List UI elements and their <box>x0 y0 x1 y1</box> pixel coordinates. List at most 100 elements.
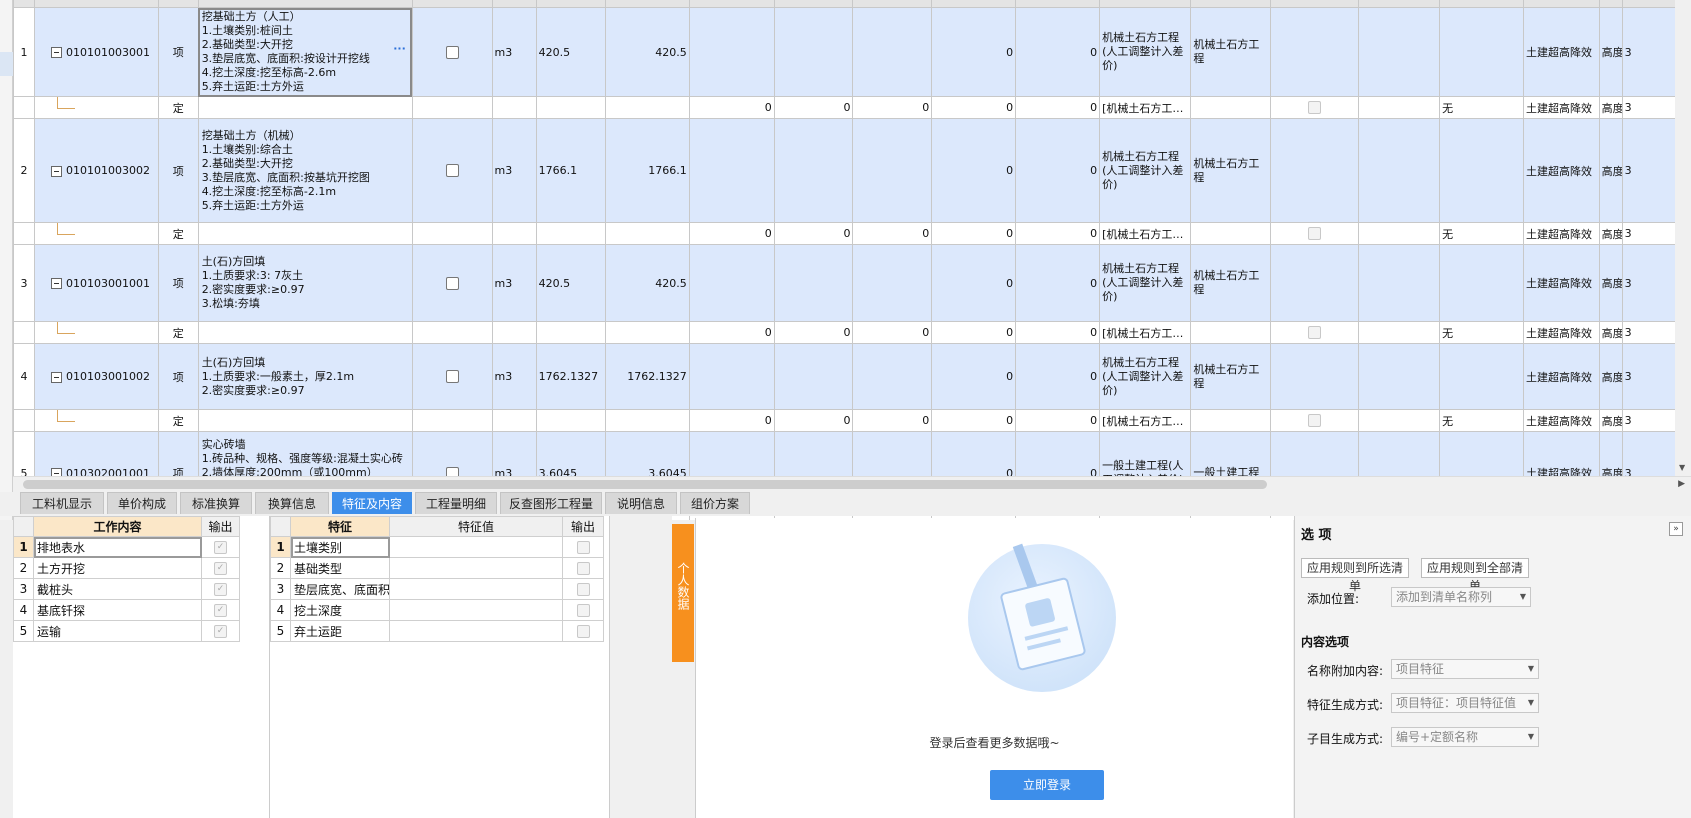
horizontal-scrollbar[interactable]: ▶ <box>13 476 1691 492</box>
quota-row[interactable]: 定 0 0 0 0 0 [机械土石方工… 无土建超高降效 高度 3 <box>13 409 1691 432</box>
add-position-select[interactable]: 添加到清单名称列 ▼ <box>1391 587 1531 607</box>
quota-row[interactable]: 定 0 0 0 0 0 [机械土石方工… 无土建超高降效 高度 3 <box>13 321 1691 344</box>
bill-code[interactable]: 010103001002 <box>33 343 159 410</box>
feature-value-cell[interactable] <box>389 599 563 621</box>
feature-row[interactable]: 3 垫层底宽、底面积 <box>270 578 604 600</box>
quota-name[interactable] <box>197 96 413 119</box>
output-checkbox-cell[interactable]: ✓ <box>201 620 240 642</box>
lock-checkbox-cell[interactable] <box>411 244 493 322</box>
quantity[interactable]: 420.5 <box>604 7 690 97</box>
checked-checkbox-icon[interactable]: ✓ <box>214 625 227 638</box>
quota-name[interactable] <box>197 321 413 344</box>
checkbox[interactable] <box>445 164 459 178</box>
fee-major[interactable]: 机械土石方工程(人工调整计入差价) <box>1099 244 1192 322</box>
checked-checkbox-icon[interactable]: ✓ <box>214 562 227 575</box>
work-content-cell[interactable]: 排地表水 <box>33 536 202 558</box>
quota-name[interactable] <box>197 222 413 245</box>
feature-cell[interactable]: 垫层底宽、底面积 <box>290 578 390 600</box>
collapse-tree-icon[interactable] <box>50 278 62 289</box>
quota-major[interactable]: [机械土石方工… <box>1099 409 1192 432</box>
quantity[interactable]: 1766.1 <box>604 118 690 223</box>
work-content-cell[interactable]: 土方开挖 <box>33 557 202 579</box>
work-content-cell[interactable]: 运输 <box>33 620 202 642</box>
lock-checkbox-cell[interactable] <box>411 343 493 410</box>
bill-row[interactable]: 3 010103001001 项土(石)方回填 1.土质要求:3: 7灰土 2.密实度要… <box>13 244 1691 322</box>
bill-description[interactable]: 挖基础土方（人工） 1.土壤类别:桩间土 2.基础类型:大开挖 3.垫层底宽、底面积:… <box>197 7 413 97</box>
feature-row[interactable]: 2 基础类型 <box>270 557 604 579</box>
scroll-down-icon[interactable]: ▼ <box>1679 463 1685 472</box>
feature-cell[interactable]: 弃土运距 <box>290 620 390 642</box>
feature-output-cell[interactable] <box>562 599 604 621</box>
tab-6[interactable]: 工程量明细 <box>415 492 497 514</box>
work-row[interactable]: 3 截桩头 ✓ <box>13 578 240 600</box>
vertical-scrollbar[interactable]: ▼ <box>1675 0 1691 476</box>
collapse-icon[interactable]: » <box>1669 522 1683 536</box>
feature-output-cell[interactable] <box>562 620 604 642</box>
feature-value-cell[interactable] <box>389 578 563 600</box>
work-content-cell[interactable]: 截桩头 <box>33 578 202 600</box>
rule-cell[interactable]: 土建超高降效 <box>1523 118 1600 223</box>
fee-major[interactable]: 机械土石方工程(人工调整计入差价) <box>1099 7 1192 97</box>
feature-row[interactable]: 1 土壤类别 <box>270 536 604 558</box>
feature-row[interactable]: 4 挖土深度 <box>270 599 604 621</box>
feature-value-cell[interactable] <box>389 620 563 642</box>
feature-value-cell[interactable] <box>389 557 563 579</box>
tab-5[interactable]: 特征及内容 <box>332 492 412 514</box>
work-row[interactable]: 5 运输 ✓ <box>13 620 240 642</box>
fee-major-short[interactable]: 机械土石方工程 <box>1190 343 1272 410</box>
tab-7[interactable]: 反查图形工程量 <box>500 492 602 514</box>
output-checkbox-cell[interactable]: ✓ <box>201 599 240 621</box>
feature-cell[interactable]: 基础类型 <box>290 557 390 579</box>
bill-description[interactable]: 土(石)方回填 1.土质要求:3: 7灰土 2.密实度要求:≥0.97 3.松填:夯填 <box>197 244 413 322</box>
rule-cell[interactable]: 土建超高降效 <box>1523 7 1600 97</box>
output-checkbox-cell[interactable]: ✓ <box>201 578 240 600</box>
quantity[interactable]: 420.5 <box>604 244 690 322</box>
quantity-expression[interactable]: 1766.1 <box>535 118 606 223</box>
personal-data-tab[interactable]: 个人数据 <box>672 524 694 662</box>
checkbox[interactable] <box>445 276 459 290</box>
quota-major[interactable]: [机械土石方工… <box>1099 321 1192 344</box>
checkbox[interactable] <box>576 625 590 638</box>
bill-code[interactable]: 010101003002 <box>33 118 159 223</box>
bill-code[interactable]: 010101003001 <box>33 7 159 97</box>
rule-cell[interactable]: 土建超高降效 <box>1523 321 1600 344</box>
collapse-tree-icon[interactable] <box>50 165 62 177</box>
fee-major-short[interactable]: 机械土石方工程 <box>1190 118 1272 223</box>
quota-major[interactable]: [机械土石方工… <box>1099 96 1192 119</box>
rule-cell[interactable]: 土建超高降效 <box>1523 244 1600 322</box>
feature-row[interactable]: 5 弃土运距 <box>270 620 604 642</box>
checked-checkbox-icon[interactable]: ✓ <box>214 583 227 596</box>
login-button[interactable]: 立即登录 <box>990 770 1104 800</box>
lock-checkbox-cell[interactable] <box>411 7 493 97</box>
child-gen-select[interactable]: 编号+定额名称 ▼ <box>1391 727 1539 747</box>
scroll-right-icon[interactable]: ▶ <box>1678 479 1685 489</box>
rule-cell[interactable]: 土建超高降效 <box>1523 222 1600 245</box>
work-row[interactable]: 2 土方开挖 ✓ <box>13 557 240 579</box>
quantity-expression[interactable]: 420.5 <box>535 244 606 322</box>
tab-1[interactable]: 工料机显示 <box>20 492 104 514</box>
quota-row[interactable]: 定 0 0 0 0 0 [机械土石方工… 无土建超高降效 高度 3 <box>13 222 1691 245</box>
feature-output-cell[interactable] <box>562 557 604 579</box>
fee-major-short[interactable]: 机械土石方工程 <box>1190 7 1272 97</box>
quota-name[interactable] <box>197 409 413 432</box>
lock-checkbox-cell[interactable] <box>411 118 493 223</box>
quota-major[interactable]: [机械土石方工… <box>1099 222 1192 245</box>
feature-gen-select[interactable]: 项目特征：项目特征值 ▼ <box>1391 693 1539 713</box>
quantity-expression[interactable]: 1762.1327 <box>535 343 606 410</box>
checkbox[interactable] <box>576 541 590 554</box>
work-content-cell[interactable]: 基底钎探 <box>33 599 202 621</box>
collapse-tree-icon[interactable] <box>50 371 62 383</box>
quantity-expression[interactable]: 420.5 <box>535 7 606 97</box>
bill-row[interactable]: 4 010103001002 项土(石)方回填 1.土质要求:一般素土，厚2.1m 2.… <box>13 343 1691 410</box>
output-checkbox-cell[interactable]: ✓ <box>201 557 240 579</box>
checkbox[interactable] <box>445 45 459 59</box>
tab-2[interactable]: 单价构成 <box>107 492 177 514</box>
apply-all-button[interactable]: 应用规则到全部清单 <box>1421 558 1529 593</box>
checked-checkbox-icon[interactable]: ✓ <box>214 541 227 554</box>
name-append-select[interactable]: 项目特征 ▼ <box>1391 659 1539 679</box>
feature-value-cell[interactable] <box>389 536 563 558</box>
checked-checkbox-icon[interactable]: ✓ <box>214 604 227 617</box>
bill-row[interactable]: 1 010101003001 项挖基础土方（人工） 1.土壤类别:桩间土 2.基础类型:… <box>13 7 1691 97</box>
checkbox[interactable] <box>445 370 459 384</box>
tab-4[interactable]: 换算信息 <box>255 492 329 514</box>
